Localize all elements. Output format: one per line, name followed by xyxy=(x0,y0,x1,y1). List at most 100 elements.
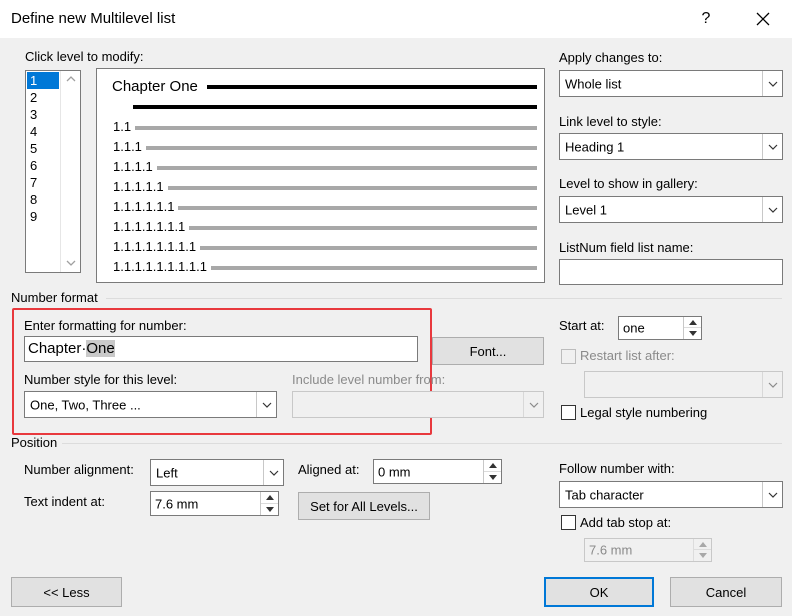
level-item[interactable]: 2 xyxy=(27,89,59,106)
level-item[interactable]: 1 xyxy=(27,72,59,89)
aligned-at-spinner[interactable]: 0 mm xyxy=(373,459,502,484)
preview-row-line xyxy=(189,226,537,230)
spin-down-icon[interactable] xyxy=(684,328,701,339)
level-item[interactable]: 4 xyxy=(27,123,59,140)
link-style-label: Link level to style: xyxy=(559,114,662,129)
follow-number-dropdown[interactable]: Tab character xyxy=(559,481,783,508)
preview-row-label: 1.1.1.1.1.1 xyxy=(113,199,175,214)
gallery-level-value: Level 1 xyxy=(565,202,607,217)
text-indent-label: Text indent at: xyxy=(24,494,105,509)
preview-row-line xyxy=(135,126,537,130)
level-item[interactable]: 3 xyxy=(27,106,59,123)
aligned-at-label: Aligned at: xyxy=(298,462,360,477)
spin-up-icon[interactable] xyxy=(684,317,701,328)
preview-row-label: 1.1.1.1.1.1.1.1 xyxy=(113,239,197,254)
close-button[interactable] xyxy=(738,0,788,38)
scroll-down-icon[interactable] xyxy=(66,259,76,267)
chevron-down-icon xyxy=(768,382,777,388)
chevron-down-icon xyxy=(269,470,278,476)
position-section: Position xyxy=(11,435,58,450)
section-divider xyxy=(62,443,782,444)
tab-stop-value: 7.6 mm xyxy=(589,542,633,558)
number-format-input[interactable]: Chapter·One xyxy=(24,336,418,362)
start-at-spinner[interactable]: one xyxy=(618,316,702,340)
preview-row-label: 1.1.1.1.1.1.1 xyxy=(113,219,186,234)
apply-changes-label: Apply changes to: xyxy=(559,50,663,65)
preview-row-line xyxy=(168,186,537,190)
format-text-selected: One xyxy=(86,340,115,357)
preview-row-line xyxy=(200,246,537,250)
level-list-scrollbar[interactable] xyxy=(60,71,80,272)
link-style-value: Heading 1 xyxy=(565,139,625,154)
preview-line-heading xyxy=(207,85,537,89)
close-icon xyxy=(756,12,770,26)
number-style-label: Number style for this level: xyxy=(24,372,178,387)
number-alignment-value: Left xyxy=(156,465,178,480)
level-list-label: Click level to modify: xyxy=(25,49,144,64)
spin-up-icon[interactable] xyxy=(484,460,501,472)
ok-button[interactable]: OK xyxy=(544,577,654,607)
font-button[interactable]: Font... xyxy=(432,337,544,365)
aligned-at-value: 0 mm xyxy=(378,464,411,479)
preview-row-label: 1.1.1 xyxy=(113,139,142,154)
level-item[interactable]: 7 xyxy=(27,174,59,191)
include-level-label: Include level number from: xyxy=(292,372,446,387)
number-alignment-label: Number alignment: xyxy=(24,462,134,477)
add-tab-stop-checkbox[interactable] xyxy=(561,515,576,530)
restart-list-dropdown[interactable] xyxy=(584,371,783,398)
format-text-prefix: Chapter· xyxy=(28,340,87,357)
tab-stop-spinner[interactable]: 7.6 mm xyxy=(584,538,712,562)
spin-down-icon[interactable] xyxy=(694,550,711,561)
apply-changes-dropdown[interactable]: Whole list xyxy=(559,70,783,97)
spin-up-icon[interactable] xyxy=(694,539,711,550)
text-indent-value: 7.6 mm xyxy=(155,496,199,511)
preview-row-line xyxy=(146,146,537,150)
window-title: Define new Multilevel list xyxy=(11,10,176,27)
preview-row-label: 1.1.1.1.1.1.1.1.1 xyxy=(113,259,207,274)
chevron-down-icon xyxy=(768,144,777,150)
chevron-down-icon xyxy=(768,207,777,213)
number-format-section: Number format xyxy=(11,290,98,305)
apply-changes-value: Whole list xyxy=(565,76,622,91)
preview-row-line xyxy=(211,266,537,270)
preview-row-label: 1.1.1.1.1 xyxy=(113,179,164,194)
help-icon: ? xyxy=(701,10,711,27)
gallery-level-dropdown[interactable]: Level 1 xyxy=(559,196,783,223)
scroll-up-icon[interactable] xyxy=(66,75,76,83)
section-divider xyxy=(106,298,782,299)
follow-number-value: Tab character xyxy=(565,487,644,502)
set-all-levels-button[interactable]: Set for All Levels... xyxy=(298,492,430,520)
number-style-dropdown[interactable]: One, Two, Three ... xyxy=(24,391,277,418)
level-item[interactable]: 6 xyxy=(27,157,59,174)
chevron-down-icon xyxy=(529,402,538,408)
number-alignment-dropdown[interactable]: Left xyxy=(150,459,284,486)
preview-row-line xyxy=(178,206,537,210)
chevron-down-icon xyxy=(768,81,777,87)
link-style-dropdown[interactable]: Heading 1 xyxy=(559,133,783,160)
gallery-level-label: Level to show in gallery: xyxy=(559,176,698,191)
legal-style-checkbox[interactable] xyxy=(561,405,576,420)
cancel-button[interactable]: Cancel xyxy=(670,577,782,607)
level-item[interactable]: 8 xyxy=(27,191,59,208)
number-style-value: One, Two, Three ... xyxy=(30,397,141,412)
preview-row-label: 1.1 xyxy=(113,119,132,134)
level-list[interactable]: 123456789 xyxy=(25,70,81,273)
level-item[interactable]: 5 xyxy=(27,140,59,157)
restart-list-checkbox[interactable] xyxy=(561,349,576,364)
text-indent-spinner[interactable]: 7.6 mm xyxy=(150,491,279,516)
preview-line-heading-2 xyxy=(133,105,537,109)
list-preview: Chapter One 1.1 1.1.1 1.1.1.1 1.1.1.1.1 1.1.… xyxy=(96,68,545,283)
less-button[interactable]: << Less xyxy=(11,577,122,607)
start-at-label: Start at: xyxy=(559,318,605,333)
include-level-dropdown[interactable] xyxy=(292,391,544,418)
spin-down-icon[interactable] xyxy=(261,504,278,516)
restart-list-label: Restart list after: xyxy=(580,348,675,363)
help-button[interactable]: ? xyxy=(688,0,724,38)
follow-number-label: Follow number with: xyxy=(559,461,675,476)
enter-format-label: Enter formatting for number: xyxy=(24,318,187,333)
level-item[interactable]: 9 xyxy=(27,208,59,225)
spin-up-icon[interactable] xyxy=(261,492,278,504)
spin-down-icon[interactable] xyxy=(484,472,501,484)
preview-heading: Chapter One xyxy=(112,78,198,95)
listnum-input[interactable] xyxy=(559,259,783,285)
